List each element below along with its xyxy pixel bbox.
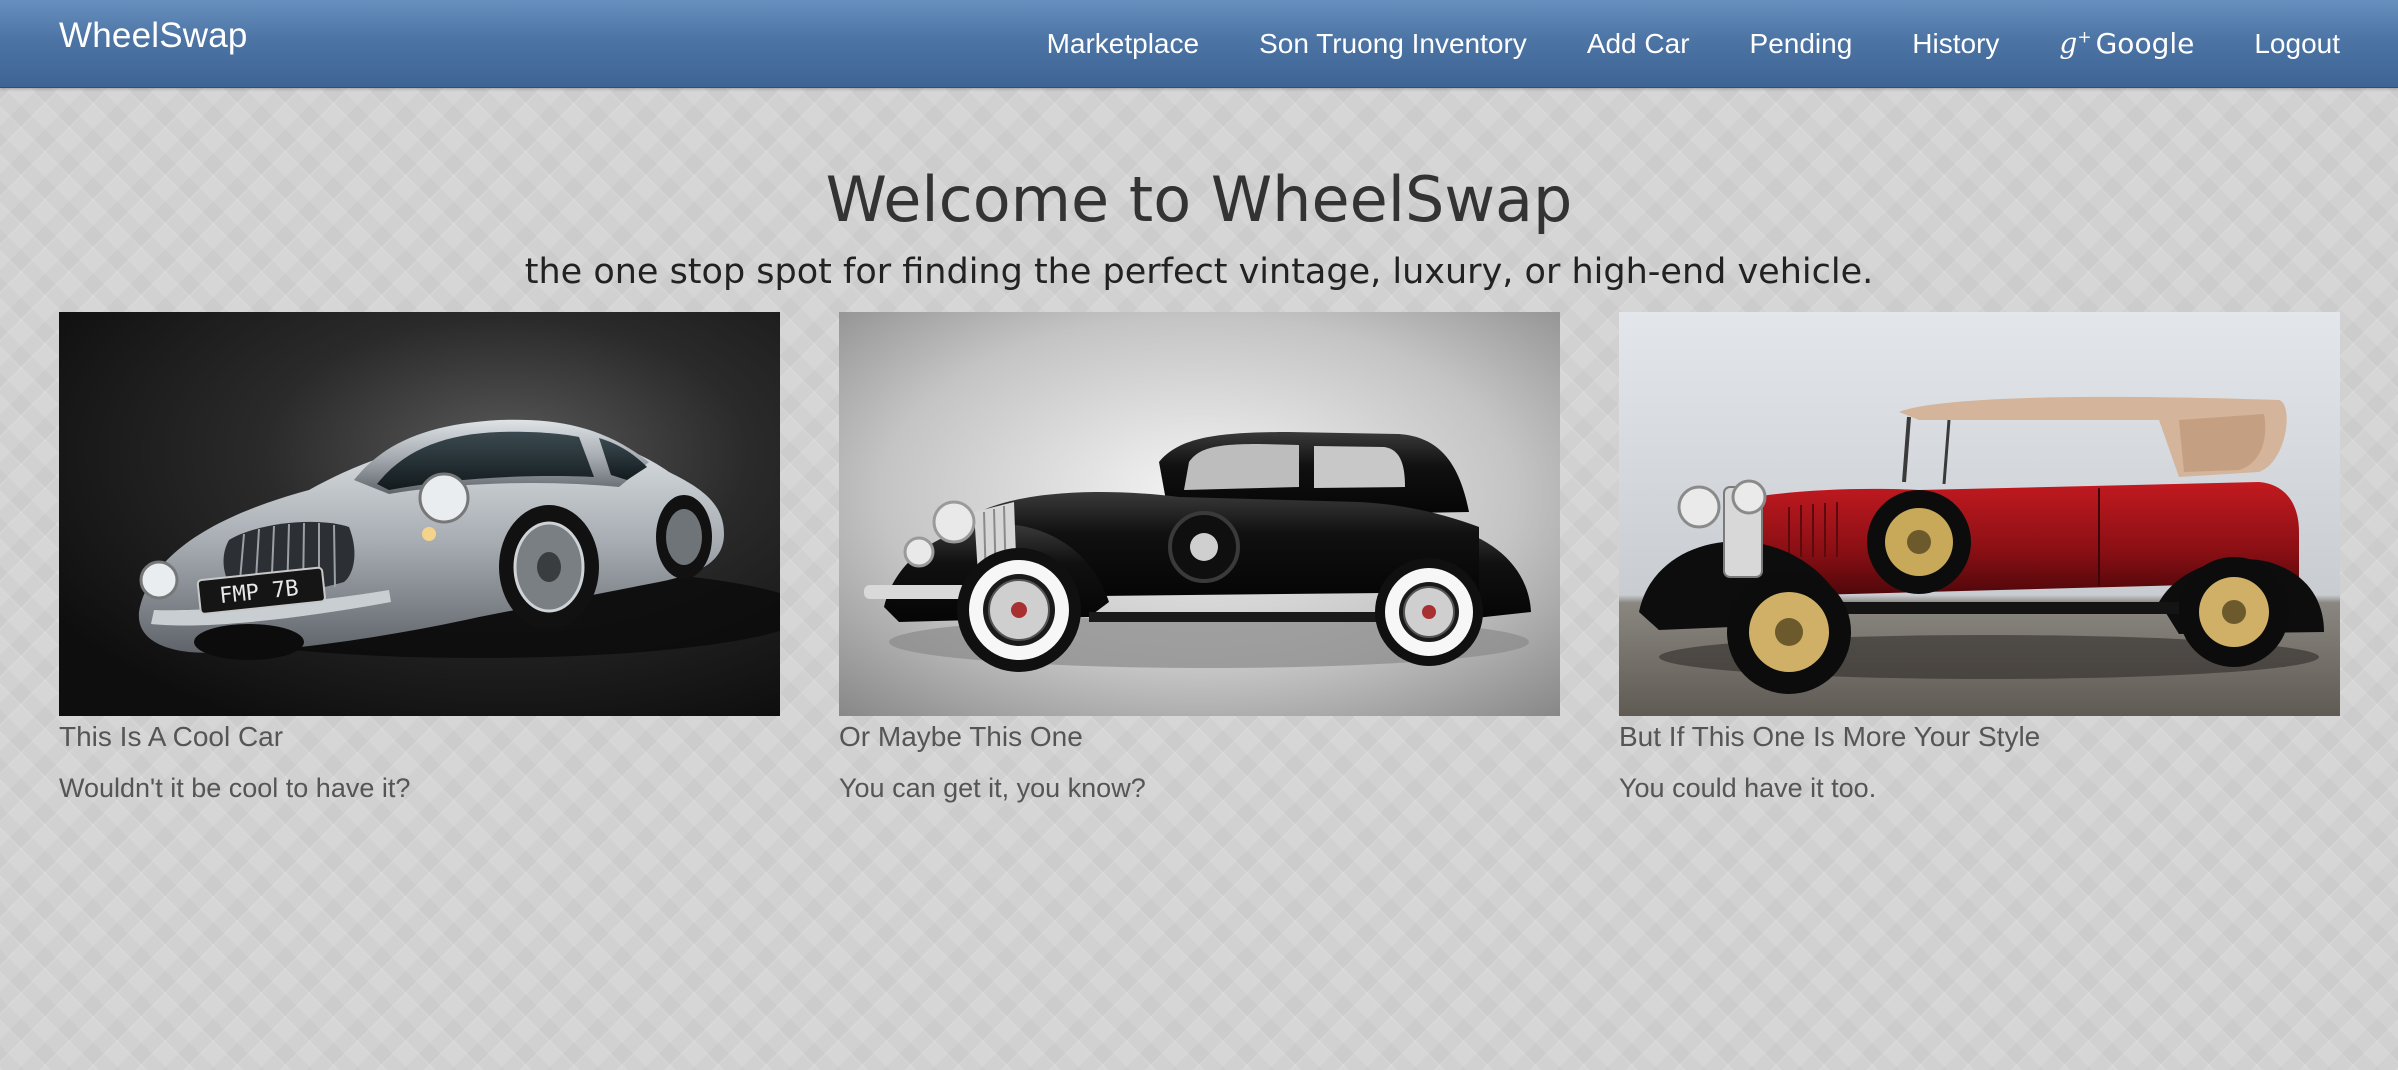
nav-item-google-label: Google [2095,27,2195,60]
page-subtitle: the one stop spot for finding the perfec… [524,252,1874,292]
nav-item-inventory[interactable]: Son Truong Inventory [1259,28,1527,60]
nav-item-pending[interactable]: Pending [1750,28,1853,60]
page-title: Welcome to WheelSwap [825,163,1573,236]
car-card: FMP 7B This Is A Cool Car Wouldn't it be… [59,312,780,806]
google-plus-icon: g+ [2059,27,2092,60]
car-card: Or Maybe This One You can get it, you kn… [839,312,1560,806]
card-text: You could have it too. [1619,773,1877,803]
brand-logo-link[interactable]: WheelSwap [59,16,248,56]
top-navbar: WheelSwap Marketplace Son Truong Invento… [0,0,2398,88]
card-title: This Is A Cool Car [59,721,284,752]
nav-item-add-car[interactable]: Add Car [1587,28,1690,60]
nav-item-marketplace[interactable]: Marketplace [1047,28,1200,60]
car-image-red-vintage-touring-car[interactable] [1619,312,2340,716]
card-title: But If This One Is More Your Style [1619,721,2041,752]
main-nav: Marketplace Son Truong Inventory Add Car… [1047,0,2340,87]
card-text: Wouldn't it be cool to have it? [59,773,411,803]
car-card: But If This One Is More Your Style You c… [1619,312,2340,806]
nav-item-history[interactable]: History [1912,28,1999,60]
nav-item-logout[interactable]: Logout [2254,28,2340,60]
nav-item-google[interactable]: g+ Google [2059,27,2194,60]
car-image-silver-sports-car[interactable]: FMP 7B [59,312,780,716]
car-image-black-vintage-coupe[interactable] [839,312,1560,716]
card-title: Or Maybe This One [839,721,1083,752]
card-text: You can get it, you know? [839,773,1146,803]
